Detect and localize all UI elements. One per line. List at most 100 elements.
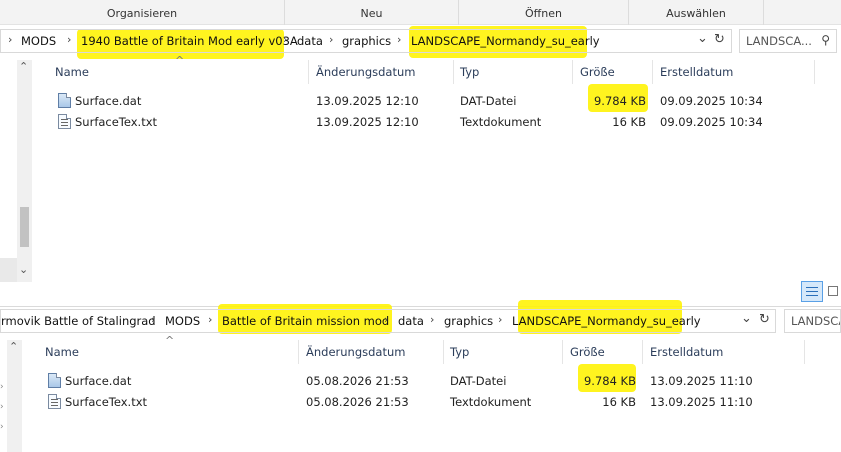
ribbon-group-label: Auswählen	[666, 7, 726, 20]
table-row[interactable]: Surface.dat 05.08.2026 21:53 DAT-Datei 9…	[40, 371, 800, 391]
search-input[interactable]: LANDSCA...	[746, 34, 812, 48]
breadcrumb-item[interactable]: 1940 Battle of Britain Mod early v03A	[81, 34, 298, 48]
file-created: 09.09.2025 10:34	[660, 94, 763, 108]
file-name: SurfaceTex.txt	[65, 395, 148, 409]
breadcrumb-item[interactable]: graphics	[342, 34, 391, 48]
file-created: 13.09.2025 11:10	[650, 395, 753, 409]
chevron-right-icon: ›	[430, 313, 435, 326]
file-type: Textdokument	[460, 115, 542, 129]
address-bar[interactable]: rmovik Battle of Stalingrad › MODS › Bat…	[0, 309, 776, 333]
column-header-created[interactable]: Erstelldatum	[660, 65, 733, 79]
chevron-right-icon: ›	[329, 33, 334, 46]
chevron-right-icon: ›	[67, 33, 72, 46]
search-box[interactable]: LANDSCA... ⚲	[739, 29, 837, 53]
chevron-right-icon: ›	[151, 313, 156, 326]
breadcrumb-item[interactable]: LANDSCAPE_Normandy_su_early	[411, 34, 600, 48]
chevron-down-icon[interactable]: ⌄	[19, 263, 28, 276]
column-header-size[interactable]: Größe	[580, 65, 615, 79]
file-type: DAT-Datei	[450, 374, 507, 388]
file-size: 16 KB	[602, 395, 636, 409]
table-row[interactable]: SurfaceTex.txt 13.09.2025 12:10 Textdoku…	[50, 112, 810, 132]
file-name: Surface.dat	[65, 374, 132, 388]
chevron-down-icon[interactable]: ⌄	[741, 311, 752, 326]
address-bar[interactable]: › MODS › 1940 Battle of Britain Mod earl…	[0, 29, 732, 53]
nav-scrollbar[interactable]: ⌃	[7, 340, 22, 452]
column-header-size[interactable]: Größe	[570, 345, 605, 359]
column-header-created[interactable]: Erstelldatum	[650, 345, 723, 359]
dat-file-icon	[58, 93, 71, 108]
table-row[interactable]: Surface.dat 13.09.2025 12:10 DAT-Datei 9…	[50, 91, 810, 111]
tiles-view-icon[interactable]	[825, 282, 841, 302]
column-divider[interactable]	[453, 60, 454, 84]
text-file-icon	[48, 394, 61, 409]
nav-pane-edge: › › ›	[0, 380, 7, 452]
nav-pane-edge	[0, 258, 17, 282]
chevron-right-icon: ›	[397, 33, 402, 46]
ribbon-group-auswaehlen[interactable]: Auswählen	[629, 0, 764, 25]
nav-scrollbar[interactable]: ⌃ ⌄	[17, 60, 32, 282]
column-header-name[interactable]: Name	[45, 345, 79, 359]
column-header-type[interactable]: Typ	[450, 345, 469, 359]
column-divider[interactable]	[642, 340, 643, 364]
file-size: 9.784 KB	[583, 374, 636, 388]
breadcrumb-item[interactable]: data	[297, 34, 323, 48]
file-type: Textdokument	[450, 395, 532, 409]
details-view-icon[interactable]	[801, 281, 823, 302]
chevron-right-icon: ›	[208, 313, 213, 326]
file-created: 09.09.2025 10:34	[660, 115, 763, 129]
column-divider[interactable]	[308, 60, 309, 84]
column-divider[interactable]	[814, 60, 815, 84]
file-modified: 13.09.2025 12:10	[316, 94, 419, 108]
column-divider[interactable]	[298, 340, 299, 364]
column-header-modified[interactable]: Änderungsdatum	[316, 65, 415, 79]
column-divider[interactable]	[562, 340, 563, 364]
chevron-up-icon[interactable]: ⌃	[19, 60, 28, 73]
sort-ascending-icon: ^	[165, 334, 175, 347]
search-icon[interactable]: ⚲	[821, 33, 830, 47]
dat-file-icon	[48, 373, 61, 388]
breadcrumb-item[interactable]: MODS	[165, 314, 200, 328]
breadcrumb-item[interactable]: MODS	[21, 34, 56, 48]
column-divider[interactable]	[572, 60, 573, 84]
breadcrumb-item[interactable]: rmovik Battle of Stalingrad	[1, 314, 156, 328]
scrollbar-thumb[interactable]	[20, 207, 29, 247]
chevron-up-icon[interactable]: ⌃	[9, 340, 18, 353]
ribbon-group-label: Neu	[360, 7, 383, 20]
file-modified: 05.08.2026 21:53	[306, 374, 409, 388]
search-box[interactable]: LANDSCA	[784, 309, 841, 333]
chevron-right-icon: ›	[498, 313, 503, 326]
column-header-type[interactable]: Typ	[460, 65, 479, 79]
expand-icon[interactable]: ›	[0, 382, 4, 392]
ribbon-group-label: Organisieren	[106, 7, 178, 20]
chevron-right-icon: ›	[384, 313, 389, 326]
search-input[interactable]: LANDSCA	[791, 314, 840, 328]
file-size: 9.784 KB	[593, 94, 646, 108]
window-divider	[0, 306, 841, 307]
file-name: SurfaceTex.txt	[75, 115, 158, 129]
refresh-icon[interactable]: ↻	[714, 32, 725, 47]
file-type: DAT-Datei	[460, 94, 517, 108]
ribbon-group-organisieren[interactable]: Organisieren	[0, 0, 285, 25]
refresh-icon[interactable]: ↻	[759, 312, 770, 327]
table-row[interactable]: SurfaceTex.txt 05.08.2026 21:53 Textdoku…	[40, 392, 800, 412]
breadcrumb-item[interactable]: Battle of Britain mission mod	[222, 314, 389, 328]
chevron-down-icon[interactable]: ⌄	[697, 31, 708, 46]
file-size: 16 KB	[612, 115, 646, 129]
breadcrumb-item[interactable]: graphics	[444, 314, 493, 328]
column-divider[interactable]	[443, 340, 444, 364]
expand-icon[interactable]: ›	[0, 422, 4, 432]
column-divider[interactable]	[652, 60, 653, 84]
ribbon-group-oeffnen[interactable]: Öffnen	[459, 0, 629, 25]
breadcrumb-item[interactable]: data	[398, 314, 424, 328]
file-modified: 13.09.2025 12:10	[316, 115, 419, 129]
ribbon-group-neu[interactable]: Neu	[285, 0, 459, 25]
column-divider[interactable]	[804, 340, 805, 364]
column-header-name[interactable]: Name	[55, 65, 89, 79]
text-file-icon	[58, 114, 71, 129]
file-name: Surface.dat	[75, 94, 142, 108]
breadcrumb-item[interactable]: LANDSCAPE_Normandy_su_early	[512, 314, 701, 328]
column-header-modified[interactable]: Änderungsdatum	[306, 345, 405, 359]
expand-icon[interactable]: ›	[0, 402, 4, 412]
file-created: 13.09.2025 11:10	[650, 374, 753, 388]
ribbon: Organisieren Neu Öffnen Auswählen	[0, 0, 841, 25]
